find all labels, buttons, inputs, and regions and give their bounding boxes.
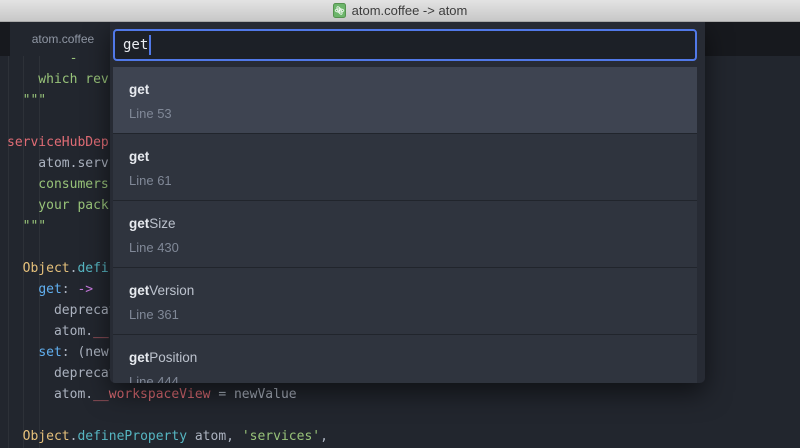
code-line: """ — [7, 216, 46, 237]
tab-atom-coffee[interactable]: atom.coffee — [10, 22, 116, 56]
result-symbol-name: get — [129, 148, 681, 165]
code-line: atom.__ — [7, 321, 109, 342]
query-text: get — [123, 37, 148, 53]
code-line: atom.serv — [7, 153, 109, 174]
tab-label: atom.coffee — [32, 32, 94, 46]
code-line: """ — [7, 90, 46, 111]
code-line: set: (new — [7, 342, 109, 363]
window-title: atom.coffee -> atom — [352, 3, 468, 18]
code-line: deprecat — [7, 300, 117, 321]
result-symbol-name: get — [129, 81, 681, 98]
code-line: consumers — [7, 174, 109, 195]
code-line: Object.defin — [7, 258, 117, 279]
code-line: Object.defineProperty atom, 'services', — [7, 426, 328, 447]
result-line-number: Line 61 — [129, 173, 681, 189]
result-line-number: Line 361 — [129, 307, 681, 323]
code-line: your pack — [7, 195, 109, 216]
result-item[interactable]: getPosition Line 444 — [113, 335, 697, 383]
fuzzy-finder-input[interactable]: get — [113, 29, 697, 61]
titlebar[interactable]: atom.coffee -> atom — [0, 0, 800, 22]
result-line-number: Line 444 — [129, 374, 681, 383]
result-symbol-name: getVersion — [129, 282, 681, 299]
result-item[interactable]: get Line 53 — [113, 67, 697, 134]
text-cursor — [149, 35, 151, 55]
result-item[interactable]: getVersion Line 361 — [113, 268, 697, 335]
result-symbol-name: getSize — [129, 215, 681, 232]
code-line: which rev — [7, 69, 109, 90]
fuzzy-finder-panel: get getLine 53getLine 61getSizeLine 430g… — [110, 22, 705, 383]
result-line-number: Line 53 — [129, 106, 681, 122]
atom-file-icon — [333, 3, 346, 18]
code-line: atom.__workspaceView = newValue — [7, 384, 297, 405]
app-window: atom.coffee -> atom - which rev """servi… — [0, 0, 800, 448]
result-symbol-name: getPosition — [129, 349, 681, 366]
result-item[interactable]: get Line 61 — [113, 134, 697, 201]
result-item[interactable]: getSize Line 430 — [113, 201, 697, 268]
code-line: get: -> — [7, 279, 93, 300]
code-line: deprecat — [7, 363, 117, 384]
result-line-number: Line 430 — [129, 240, 681, 256]
code-line: serviceHubDep — [7, 132, 109, 153]
results-list: get Line 53 get Line 61 getSize Line 430 getVe… — [113, 67, 697, 383]
